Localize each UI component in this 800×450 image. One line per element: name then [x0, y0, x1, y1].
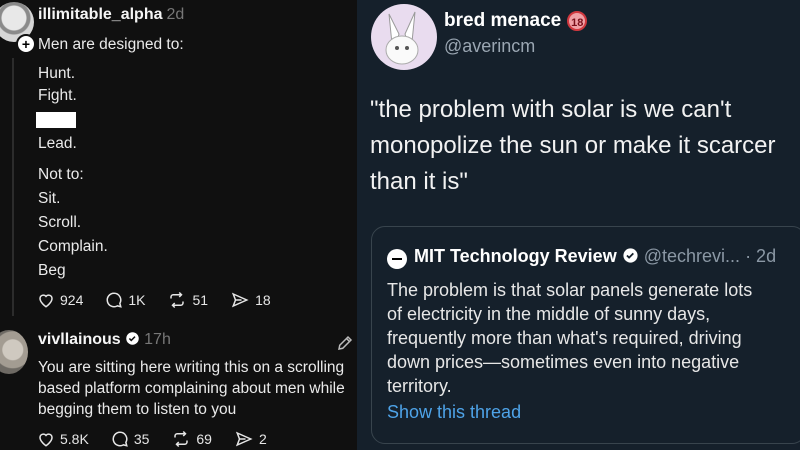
reply-count: 1K — [128, 292, 146, 308]
quoted-time: · 2d — [745, 246, 777, 266]
share-count: 18 — [255, 292, 271, 308]
post-text-line: Hunt. — [38, 65, 76, 82]
quoted-author[interactable]: MIT Technology Review @techrevi... · 2d — [414, 246, 776, 267]
share-count: 2 — [258, 431, 267, 447]
avatar[interactable] — [0, 330, 28, 374]
show-thread-link[interactable]: Show this thread — [387, 402, 521, 423]
post-text-line: Beg — [38, 262, 66, 279]
follow-plus-icon[interactable]: + — [16, 34, 36, 54]
heart-icon — [39, 294, 53, 308]
quoted-text: The problem is that solar panels generat… — [387, 278, 792, 398]
post-text-line: Fight. — [38, 87, 77, 104]
send-icon — [235, 431, 253, 447]
redacted-word — [36, 112, 76, 128]
comment-icon — [106, 292, 123, 308]
post-text-line: Men are designed to: — [38, 36, 184, 53]
tweet-text-line: "the problem with solar is we can't — [370, 96, 732, 123]
comment-icon — [112, 431, 128, 447]
display-name-text[interactable]: bred menace — [444, 10, 561, 31]
quoted-tweet-card[interactable]: MIT Technology Review @techrevi... · 2d … — [371, 226, 800, 444]
reply-count: 35 — [133, 431, 150, 447]
tweet-text-line: monopolize the sun or make it scarcer — [370, 132, 776, 159]
repost-count: 69 — [196, 431, 212, 447]
display-name[interactable]: bred menace 18 — [444, 10, 588, 32]
repost-count: 51 — [192, 292, 209, 308]
quoted-text-line: territory. — [387, 376, 452, 396]
quoted-author-name[interactable]: MIT Technology Review — [414, 246, 617, 266]
like-button[interactable]: 924 — [37, 291, 83, 309]
post-text-line: begging them to listen to you — [38, 401, 237, 418]
post-text-line: Not to: — [38, 166, 84, 183]
edit-pencil-icon[interactable] — [336, 334, 354, 352]
post-username[interactable]: illimitable_alpha 2d — [38, 6, 184, 24]
quoted-text-line: frequently more than what's required, dr… — [387, 328, 742, 348]
thread-line — [12, 58, 14, 316]
reply-button[interactable]: 35 — [111, 430, 150, 448]
repost-icon — [174, 430, 189, 448]
share-button[interactable]: 2 — [234, 430, 267, 448]
quoted-text-line: down prices—sometimes even into negative — [387, 352, 740, 372]
timestamp: 2d — [166, 6, 185, 23]
post-username[interactable]: vivllainous 17h — [38, 331, 171, 349]
threads-panel: + illimitable_alpha 2d Men are designed t… — [0, 0, 357, 450]
bunny-avatar-icon — [385, 11, 419, 65]
repost-icon — [170, 291, 185, 309]
verified-badge-icon — [623, 248, 638, 263]
post-text-line: Sit. — [38, 190, 61, 207]
post-actions: 924 1K 51 18 — [37, 291, 293, 309]
verified-badge-icon — [126, 332, 139, 345]
post-actions: 5.8K 35 69 2 — [37, 430, 289, 448]
heart-icon — [39, 433, 53, 447]
username[interactable]: illimitable_alpha — [38, 6, 162, 23]
like-button[interactable]: 5.8K — [37, 430, 89, 448]
handle[interactable]: @averincm — [444, 36, 535, 57]
post-text-line: Lead. — [38, 135, 77, 152]
timestamp: 17h — [144, 331, 171, 348]
post-text-line: Complain. — [38, 238, 108, 255]
age-badge-icon: 18 — [567, 10, 588, 31]
tweet-text-line: than it is" — [370, 168, 468, 195]
avatar[interactable] — [371, 4, 437, 70]
quoted-text-line: of electricity in the middle of sunny da… — [387, 304, 711, 324]
quoted-handle: @techrevi... — [643, 246, 741, 266]
repost-button[interactable]: 69 — [171, 430, 212, 448]
username[interactable]: vivllainous — [38, 331, 121, 348]
tweet-text: "the problem with solar is we can't mono… — [370, 92, 795, 200]
quoted-text-line: The problem is that solar panels generat… — [387, 280, 753, 300]
like-count: 924 — [60, 292, 84, 308]
send-icon — [231, 292, 249, 308]
post-text-line: Scroll. — [38, 214, 82, 231]
share-button[interactable]: 18 — [230, 291, 271, 309]
mit-logo-icon — [387, 249, 407, 269]
like-count: 5.8K — [60, 431, 89, 447]
tweet-panel: bred menace 18 @averincm "the problem wit… — [357, 0, 800, 450]
repost-button[interactable]: 51 — [167, 291, 208, 309]
reply-button[interactable]: 1K — [105, 291, 145, 309]
